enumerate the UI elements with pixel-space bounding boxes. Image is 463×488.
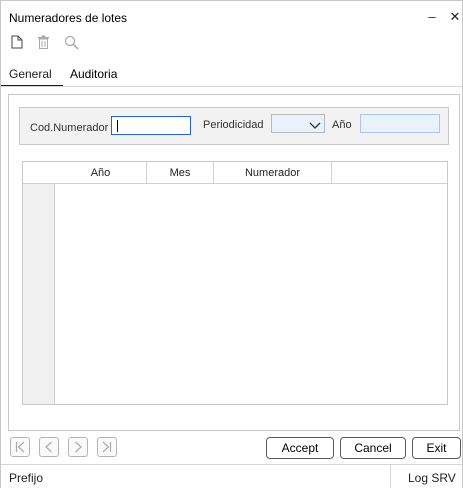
exit-button[interactable]: Exit bbox=[412, 437, 461, 459]
periodicidad-select[interactable] bbox=[271, 114, 325, 133]
status-bar: Prefijo Log SRV bbox=[1, 464, 462, 488]
last-record-icon[interactable] bbox=[97, 437, 117, 457]
new-document-icon[interactable] bbox=[11, 35, 29, 53]
delete-icon[interactable] bbox=[37, 35, 55, 53]
tab-general[interactable]: General bbox=[1, 65, 63, 87]
next-record-icon[interactable] bbox=[68, 437, 88, 457]
anio-label: Año bbox=[332, 119, 352, 131]
title-bar: Numeradores de lotes – ✕ bbox=[1, 1, 462, 34]
cancel-button[interactable]: Cancel bbox=[340, 437, 406, 459]
status-divider bbox=[390, 465, 391, 488]
cod-numerador-input[interactable] bbox=[111, 116, 191, 135]
filter-box: Cod.Numerador Periodicidad Año bbox=[19, 107, 449, 145]
minimize-button[interactable]: – bbox=[424, 9, 440, 25]
row-header-column bbox=[23, 162, 55, 404]
tab-strip: General Auditoria bbox=[1, 63, 462, 87]
chevron-down-icon[interactable] bbox=[309, 119, 321, 133]
numeradores-window: Numeradores de lotes – ✕ General Auditor… bbox=[0, 0, 463, 488]
grid-header: Año Mes Numerador bbox=[23, 162, 447, 184]
column-header-anio[interactable]: Año bbox=[55, 162, 147, 184]
cod-numerador-label: Cod.Numerador bbox=[30, 122, 109, 134]
column-header-mes[interactable]: Mes bbox=[147, 162, 214, 184]
numeradores-grid[interactable]: Año Mes Numerador bbox=[22, 161, 448, 405]
accept-button[interactable]: Accept bbox=[266, 437, 334, 459]
window-title: Numeradores de lotes bbox=[9, 11, 128, 25]
record-navigation: Accept Cancel Exit bbox=[1, 433, 462, 463]
status-log-srv: Log SRV bbox=[408, 471, 456, 485]
status-prefijo: Prefijo bbox=[9, 471, 44, 485]
anio-input[interactable] bbox=[360, 114, 440, 133]
column-header-numerador[interactable]: Numerador bbox=[214, 162, 332, 184]
first-record-icon[interactable] bbox=[10, 437, 30, 457]
text-caret bbox=[117, 120, 118, 132]
tab-divider bbox=[1, 86, 462, 87]
previous-record-icon[interactable] bbox=[39, 437, 59, 457]
close-button[interactable]: ✕ bbox=[447, 9, 463, 25]
search-icon[interactable] bbox=[64, 35, 82, 53]
tab-auditoria[interactable]: Auditoria bbox=[70, 65, 117, 87]
periodicidad-label: Periodicidad bbox=[203, 119, 264, 131]
